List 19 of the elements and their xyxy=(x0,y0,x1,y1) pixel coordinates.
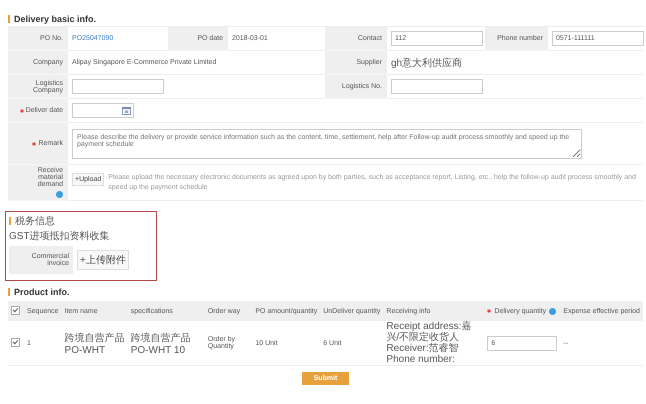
receiving-info-line: Receipt address:嘉兴/不限定收货人 xyxy=(386,321,472,343)
field-value: gh意大利供应商 xyxy=(391,56,462,70)
row-checkbox[interactable] xyxy=(11,338,20,346)
receiving-info-line: Receiver:范睿智 xyxy=(386,343,460,354)
input-field[interactable] xyxy=(391,79,483,94)
calendar-icon[interactable] xyxy=(122,106,131,115)
table-cell: 跨境自营产品PO-WHT xyxy=(64,332,125,356)
input-field[interactable] xyxy=(72,79,164,94)
section-title: Product info. xyxy=(14,287,70,297)
select-all-checkbox[interactable] xyxy=(11,306,20,314)
section-title: Delivery basic info. xyxy=(14,14,96,24)
upload-button[interactable]: +上传附件 xyxy=(77,250,129,270)
table-cell: 跨境自营产品PO-WHT 10 xyxy=(130,332,191,356)
tax-note: GST进项抵扣资料收集 xyxy=(9,230,111,243)
info-icon[interactable] xyxy=(549,308,556,314)
date-field[interactable] xyxy=(72,103,134,118)
info-icon[interactable] xyxy=(56,191,63,198)
section-title: 税务信息 xyxy=(15,214,55,228)
receiving-info-line: Phone number: xyxy=(386,354,456,365)
